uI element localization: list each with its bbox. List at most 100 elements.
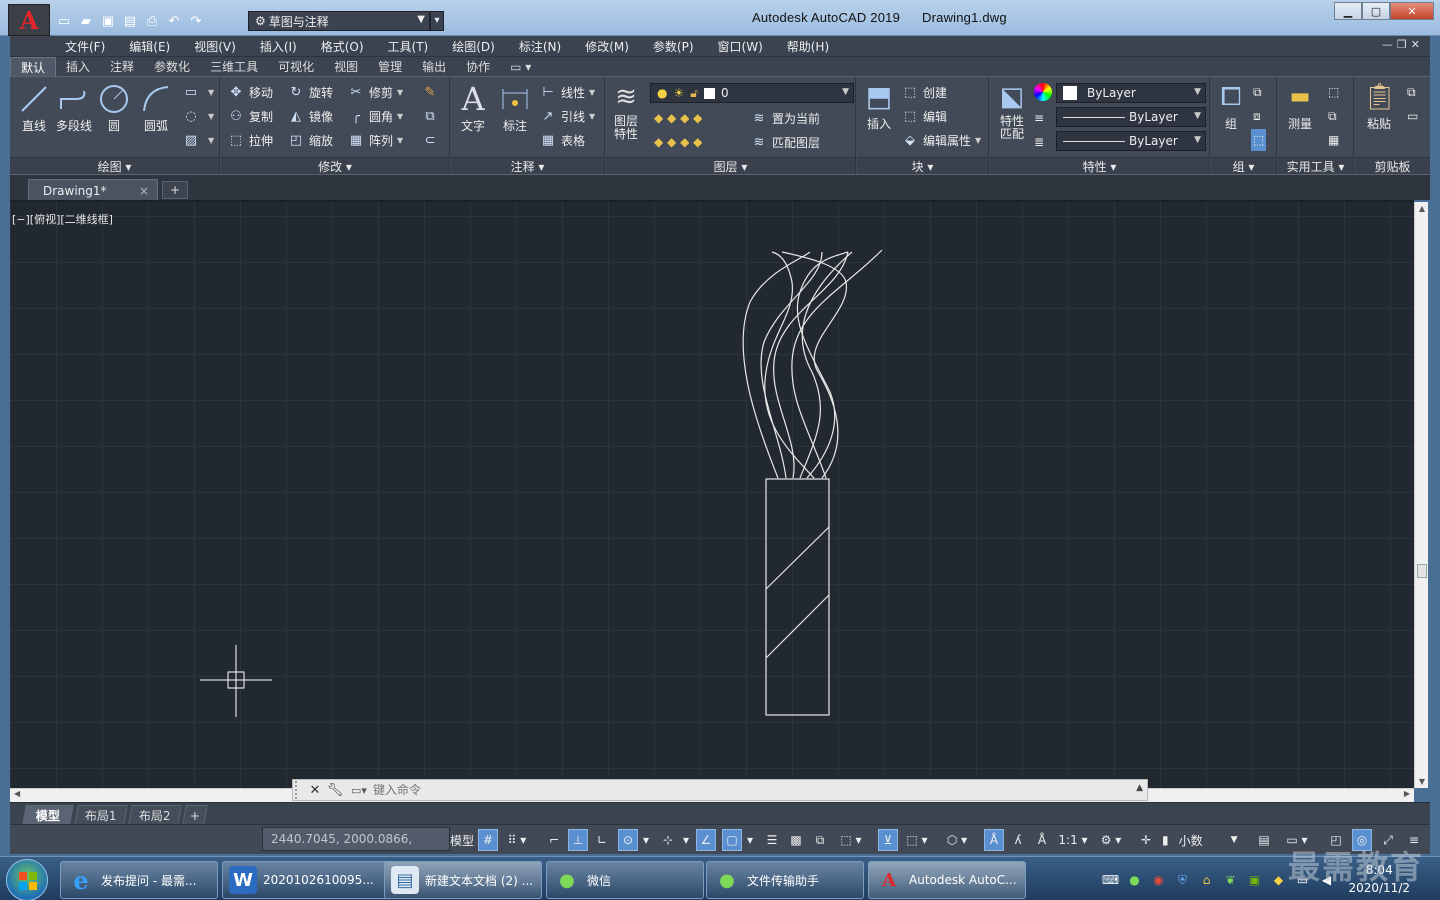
menu-view[interactable]: 视图(V) — [182, 38, 248, 55]
copy-button[interactable]: ⚇ 复制 — [227, 105, 273, 127]
panel-annotation-title[interactable]: 注释 ▾ — [451, 157, 604, 175]
copy-clip-icon[interactable]: ⧉ — [1407, 81, 1416, 103]
close-tab-icon[interactable]: × — [139, 180, 149, 202]
command-input[interactable] — [373, 783, 1147, 797]
print-icon[interactable]: ⎙ — [142, 11, 162, 31]
cut-icon[interactable]: ▭ — [1407, 105, 1418, 127]
3d-osnap-icon[interactable]: ⬚ ▾ — [836, 829, 866, 851]
annotation-monitor-icon[interactable]: ✛ — [1136, 829, 1156, 851]
polar-tracking-icon[interactable]: ⊙ — [618, 829, 638, 851]
panel-layers-title[interactable]: 图层 ▾ — [606, 157, 855, 175]
menu-dimension[interactable]: 标注(N) — [507, 38, 573, 55]
new-file-icon[interactable]: ▭ — [54, 11, 74, 31]
auto-scale-icon[interactable]: ʎ — [1008, 829, 1028, 851]
maximize-button[interactable]: ▢ — [1362, 2, 1390, 20]
model-space-button[interactable]: 模型 — [448, 829, 476, 851]
ungroup-icon[interactable]: ⧉ — [1253, 81, 1262, 103]
snap-icon[interactable]: ⠿ ▾ — [502, 829, 532, 851]
redo-icon[interactable]: ↷ — [186, 11, 206, 31]
create-block-button[interactable]: ⬚ 创建 — [901, 81, 947, 103]
panel-groups-title[interactable]: 组 ▾ — [1211, 157, 1276, 175]
arc-button[interactable]: 圆弧 — [136, 83, 176, 134]
menu-tools[interactable]: 工具(T) — [376, 38, 441, 55]
object-snap-icon[interactable]: ▢ — [722, 829, 742, 851]
calculator-icon[interactable]: ▦ — [1328, 129, 1339, 151]
menu-edit[interactable]: 编辑(E) — [117, 38, 182, 55]
workspace-switch-icon[interactable]: ⚙ ▾ — [1096, 829, 1126, 851]
command-prompt-icon[interactable]: ▭▾ — [345, 784, 373, 797]
match-properties-button[interactable]: ⬕ 特性 匹配 — [992, 81, 1032, 141]
shield-icon[interactable]: ⛨ — [1174, 872, 1191, 889]
vertical-scroll-thumb[interactable] — [1417, 564, 1427, 578]
edit-block-button[interactable]: ⬚ 编辑 — [901, 105, 947, 127]
leaf-icon[interactable]: ❦ — [1222, 872, 1239, 889]
open-folder-icon[interactable]: ▰ — [76, 11, 96, 31]
object-snap-tracking-icon[interactable]: ∠ — [696, 829, 716, 851]
edit-attributes-button[interactable]: ⬙ 编辑属性 ▼ — [901, 129, 981, 151]
ellipse-button[interactable]: ◌ ▼ — [182, 105, 214, 127]
command-history-icon[interactable]: ▲ — [1136, 783, 1143, 793]
rotate-button[interactable]: ↻ 旋转 — [287, 81, 333, 103]
menu-format[interactable]: 格式(O) — [309, 38, 376, 55]
isodraft-icon[interactable]: ⊹ — [658, 829, 678, 851]
doc-restore-icon[interactable]: ❐ — [1397, 38, 1407, 51]
move-button[interactable]: ✥ 移动 — [227, 81, 273, 103]
wrench-icon[interactable]: 🔧︎ — [325, 783, 345, 798]
layer-dropdown[interactable]: ● ☀ 🔓︎ 0 ▼ — [650, 83, 854, 103]
ortho-icon[interactable]: ∟ — [592, 829, 612, 851]
keyboard-icon[interactable]: ⌨ — [1102, 872, 1119, 889]
menu-draw[interactable]: 绘图(D) — [440, 38, 507, 55]
taskbar-item-autocad[interactable]: A Autodesk AutoC... — [868, 861, 1026, 899]
taskbar-item-browser[interactable]: e 发布提问 - 最需... — [60, 861, 218, 899]
tab-layout2[interactable]: 布局2 — [128, 805, 182, 825]
rectangle-button[interactable]: ▭ ▼ — [182, 81, 214, 103]
explode-button[interactable]: ⧉ — [421, 105, 443, 127]
transparency-icon[interactable]: ▩ — [786, 829, 806, 851]
dynamic-ucs-icon[interactable]: ⊻ — [878, 829, 898, 851]
tab-parametric[interactable]: 参数化 — [144, 57, 200, 77]
menu-file[interactable]: 文件(F) — [10, 38, 117, 55]
coordinate-readout[interactable]: 2440.7045, 2000.0866, 0.0000 — [262, 827, 450, 868]
id-point-icon[interactable]: ⬚ — [1328, 81, 1339, 103]
tab-insert[interactable]: 插入 — [56, 57, 100, 77]
weibo-icon[interactable]: ◉ — [1150, 872, 1167, 889]
color-wheel-icon[interactable] — [1034, 83, 1052, 101]
workspace-dropdown[interactable]: ⚙ 草图与注释 ▼ — [248, 11, 430, 31]
layer-tools-row-2[interactable]: ◆ ◆ ◆ ◆ — [654, 131, 702, 153]
panel-utilities-title[interactable]: 实用工具 ▾ — [1278, 157, 1353, 175]
units-dropdown[interactable]: ▮ 小数 ▼ — [1162, 829, 1246, 851]
selection-cycling-icon[interactable]: ⧉ — [810, 829, 830, 851]
tab-layout1[interactable]: 布局1 — [74, 805, 128, 825]
line-button[interactable]: 直线 — [14, 83, 54, 134]
insert-block-button[interactable]: ⬒ 插入 — [859, 81, 899, 132]
trim-button[interactable]: ✂ 修剪 ▼ — [347, 81, 404, 103]
tab-default[interactable]: 默认 — [10, 56, 57, 77]
quick-select-icon[interactable]: ⧉ — [1328, 105, 1337, 127]
panel-clipboard-title[interactable]: 剪贴板 — [1355, 157, 1430, 175]
doc-minimize-icon[interactable]: — — [1382, 38, 1393, 51]
color-dropdown[interactable]: ByLayer ▼ — [1056, 83, 1206, 103]
qat-customize-button[interactable]: ▾ — [430, 11, 444, 31]
table-button[interactable]: ▦ 表格 — [539, 129, 585, 151]
annotation-scale-icon[interactable]: Å — [1032, 829, 1052, 851]
new-tab-button[interactable]: + — [162, 181, 188, 199]
start-button[interactable] — [6, 859, 48, 900]
circle-button[interactable]: 圆 — [94, 83, 134, 134]
quick-properties-icon[interactable]: ▤ — [1254, 829, 1274, 851]
layer-tools-row-1[interactable]: ◆ ◆ ◆ ◆ — [654, 107, 702, 129]
tab-annotate[interactable]: 注释 — [100, 57, 144, 77]
lineweight-toggle-icon[interactable]: ☰ — [762, 829, 782, 851]
add-layout-button[interactable]: + — [182, 805, 208, 825]
close-command-icon[interactable]: ✕ — [305, 783, 325, 798]
panel-block-title[interactable]: 块 ▾ — [857, 157, 988, 175]
taskbar-item-file-transfer[interactable]: ● 文件传输助手 — [706, 861, 864, 899]
tab-visualize[interactable]: 可视化 — [268, 57, 324, 77]
wechat-tray-icon[interactable]: ● — [1126, 872, 1143, 889]
application-menu-button[interactable]: A — [8, 4, 50, 36]
match-layer-button[interactable]: ≋ 匹配图层 — [750, 131, 820, 153]
panel-modify-title[interactable]: 修改 ▾ — [221, 157, 449, 175]
isodraft-dropdown-icon[interactable]: ▾ — [680, 829, 692, 851]
network-drive-icon[interactable]: ⌂ — [1198, 872, 1215, 889]
taskbar-item-notepad[interactable]: ▤ 新建文本文档 (2) ... — [384, 861, 542, 899]
fillet-button[interactable]: ╭ 圆角 ▼ — [347, 105, 403, 127]
